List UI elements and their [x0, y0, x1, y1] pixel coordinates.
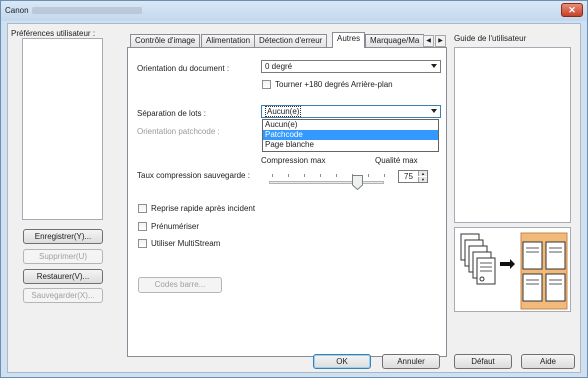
tab-feeding[interactable]: Alimentation — [201, 34, 256, 48]
tab-scroll-left[interactable]: ◀ — [423, 35, 434, 47]
separation-combobox[interactable]: Aucun(e) — [261, 105, 441, 118]
save-prefs-button[interactable]: Enregistrer(Y)... — [23, 229, 103, 244]
patchcode-orientation-label: Orientation patchcode : — [137, 127, 220, 136]
window-title: Canon — [5, 6, 142, 15]
slider-tick — [272, 174, 273, 177]
option-blank-page[interactable]: Page blanche — [263, 140, 438, 150]
orientation-label: Orientation du document : — [137, 64, 230, 73]
close-button[interactable]: ✕ — [561, 3, 583, 17]
rapid-recovery-checkbox[interactable] — [138, 204, 147, 213]
option-patchcode[interactable]: Patchcode — [263, 130, 438, 140]
orientation-combobox[interactable]: 0 degré — [261, 60, 441, 73]
quality-max-label: Qualité max — [375, 156, 418, 165]
guide-panel — [454, 47, 571, 223]
slider-tick — [304, 174, 305, 177]
tab-image-control[interactable]: Contrôle d'image — [130, 34, 201, 48]
dialog-window: Canon ✕ Préférences utilisateur : Enregi… — [0, 0, 588, 378]
rapid-recovery-label: Reprise rapide après incident — [151, 204, 256, 213]
help-button[interactable]: Aide — [521, 354, 575, 369]
separation-value: Aucun(e) — [265, 106, 302, 117]
delete-prefs-button[interactable]: Supprimer(U) — [23, 249, 103, 264]
chevron-down-icon — [431, 64, 437, 68]
preview-panel — [454, 227, 571, 312]
rotate-back-checkbox[interactable] — [262, 80, 271, 89]
default-button[interactable]: Défaut — [454, 354, 512, 369]
rotate-back-label: Tourner +180 degrés Arrière-plan — [275, 80, 393, 89]
slider-tick — [320, 174, 321, 177]
tab-error-detection[interactable]: Détection d'erreur — [254, 34, 328, 48]
option-none[interactable]: Aucun(e) — [263, 120, 438, 130]
guide-label: Guide de l'utilisateur — [454, 34, 527, 43]
tab-scroll-right[interactable]: ▶ — [435, 35, 446, 47]
slider-tick — [384, 174, 385, 177]
separation-dropdown-list: Aucun(e) Patchcode Page blanche — [262, 119, 439, 152]
restore-prefs-button[interactable]: Restaurer(V)... — [23, 269, 103, 284]
multistream-label: Utiliser MultiStream — [151, 239, 221, 248]
slider-tick — [336, 174, 337, 177]
prescan-checkbox[interactable] — [138, 222, 147, 231]
tab-other[interactable]: Autres — [332, 32, 366, 48]
document-separation-illustration — [460, 232, 568, 310]
multistream-checkbox[interactable] — [138, 239, 147, 248]
spin-down-icon[interactable]: ▼ — [418, 177, 427, 182]
compression-rate-label: Taux compression sauvegarde : — [137, 171, 250, 180]
orientation-value: 0 degré — [265, 62, 293, 71]
tab-marking[interactable]: Marquage/Ma — [365, 34, 425, 48]
tab-panel-other — [127, 47, 447, 357]
compression-slider-track[interactable] — [269, 181, 384, 184]
ok-button[interactable]: OK — [313, 354, 371, 369]
cancel-button[interactable]: Annuler — [382, 354, 440, 369]
compression-max-label: Compression max — [261, 156, 326, 165]
compression-rate-spinbox[interactable]: 75 ▲ ▼ — [398, 170, 428, 183]
barcode-button[interactable]: Codes barre... — [138, 277, 222, 293]
backup-prefs-button[interactable]: Sauvegarder(X)... — [23, 288, 103, 303]
blurred-model-name — [31, 7, 142, 15]
chevron-down-icon — [431, 109, 437, 113]
prescan-label: Prénumériser — [151, 222, 200, 231]
slider-tick — [368, 174, 369, 177]
slider-tick — [288, 174, 289, 177]
user-prefs-list[interactable] — [22, 38, 103, 220]
separation-label: Séparation de lots : — [137, 109, 206, 118]
compression-rate-value: 75 — [404, 172, 413, 181]
compression-slider-thumb[interactable] — [352, 175, 363, 190]
title-bar: Canon ✕ — [1, 1, 587, 21]
user-prefs-label: Préférences utilisateur : — [11, 29, 96, 38]
window-title-text: Canon — [5, 6, 29, 15]
spin-up-icon[interactable]: ▲ — [418, 171, 427, 176]
